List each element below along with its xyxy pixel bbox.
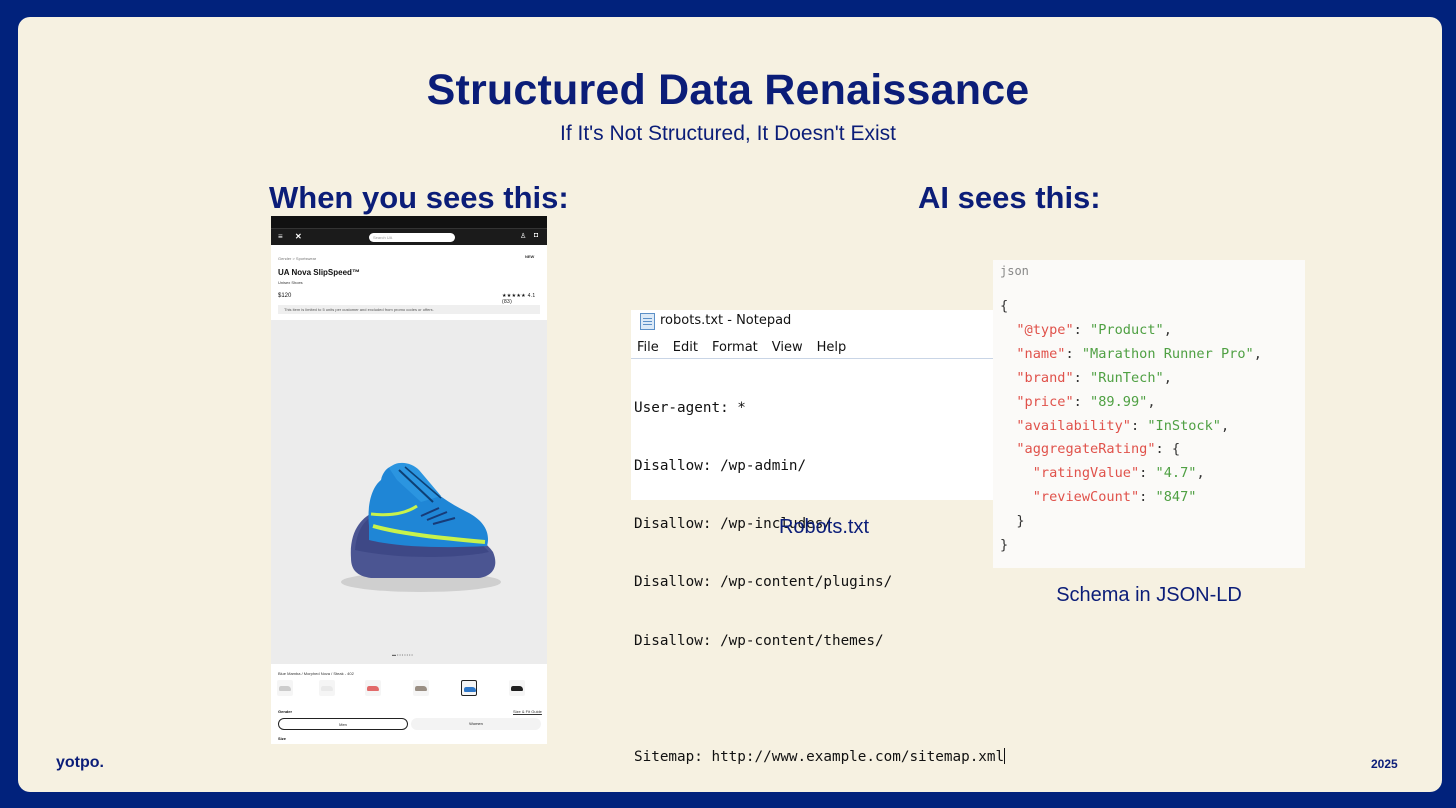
json-brace-inner-close: }: [1016, 513, 1025, 530]
product-image: [271, 320, 547, 664]
json-value: "Marathon Runner Pro": [1081, 345, 1254, 362]
swatch-1: [277, 680, 293, 696]
json-value: "RunTech": [1090, 369, 1164, 386]
cart-icon: ◘: [534, 232, 539, 239]
json-key: "name": [1016, 345, 1066, 362]
json-value: "89.99": [1090, 393, 1148, 410]
slide-subtitle: If It's Not Structured, It Doesn't Exist: [560, 122, 896, 145]
json-value: "InStock": [1147, 417, 1221, 434]
size-label: Size: [278, 736, 287, 741]
notepad-window: robots.txt - Notepad File Edit Format View H…: [631, 310, 1018, 765]
json-key: "@type": [1016, 321, 1074, 338]
notepad-icon: [640, 313, 655, 330]
json-key: "reviewCount": [1032, 489, 1140, 506]
json-field: "name": "Marathon Runner Pro",: [1016, 345, 1262, 362]
swatch-3: [365, 680, 381, 696]
color-swatches: [277, 680, 539, 700]
json-field: "ratingValue": "4.7",: [1032, 465, 1205, 482]
right-column-heading: AI sees this:: [918, 180, 1101, 215]
year-label: 2025: [1371, 757, 1398, 771]
menu-icon: ≡: [278, 232, 283, 241]
json-value: "4.7": [1155, 465, 1197, 482]
robots-line: Disallow: /wp-content/plugins/: [634, 574, 893, 591]
limit-banner: This item is limited to 5 units per cust…: [278, 305, 540, 314]
json-brace-close: }: [1000, 537, 1009, 554]
swatch-6: [509, 680, 525, 696]
left-column-heading: When you sees this:: [269, 180, 569, 215]
robots-sitemap-line: Sitemap: http://www.example.com/sitemap.…: [634, 748, 1006, 767]
json-value: "847": [1155, 489, 1197, 506]
json-field: "@type": "Product",: [1016, 321, 1172, 338]
size-guide-link: Size & Fit Guide: [513, 709, 542, 714]
new-badge: NEW: [525, 254, 535, 259]
robots-line: [634, 690, 1005, 709]
product-name: UA Nova SlipSpeed™: [278, 268, 360, 277]
status-bar: [271, 216, 547, 228]
slide-title: Structured Data Renaissance: [426, 66, 1030, 114]
product-rating: ★★★★★ 4.1 (83): [502, 293, 536, 305]
color-label: Blue Mamba / Morphed Nova / Steak - 402: [278, 671, 354, 676]
json-field: "reviewCount": "847": [1032, 489, 1197, 506]
swatch-2: [319, 680, 335, 696]
window-title: robots.txt - Notepad: [660, 313, 792, 328]
swatch-5-selected: [461, 680, 477, 696]
json-code: { "@type": "Product", "name": "Marathon …: [1000, 295, 1262, 558]
brand-logo-icon: ✕: [295, 232, 302, 241]
json-key: "ratingValue": [1032, 465, 1140, 482]
menu-help: Help: [816, 340, 847, 355]
product-page-screenshot: ≡ ✕ Search UA ♙ ◘ Gender > Sportswear NE…: [271, 216, 547, 744]
json-key: "brand": [1016, 369, 1074, 386]
code-language-label: json: [1000, 264, 1029, 278]
search-input: Search UA: [369, 233, 455, 242]
menu-format: Format: [711, 340, 758, 355]
menu-divider: [631, 358, 1018, 359]
json-field: "price": "89.99",: [1016, 393, 1156, 410]
text-caret: [1004, 748, 1006, 765]
menu-edit: Edit: [672, 340, 698, 355]
json-value: "Product": [1090, 321, 1164, 338]
json-field: "aggregateRating": {: [1016, 441, 1181, 458]
menu-file: File: [637, 340, 659, 355]
robots-line: Disallow: /wp-admin/: [634, 458, 807, 475]
json-field: "availability": "InStock",: [1016, 417, 1230, 434]
robots-text: User-agent: * Disallow: /wp-admin/ Disal…: [634, 360, 1006, 806]
carousel-dots: ▬•••••••: [392, 652, 414, 657]
site-navbar: ≡ ✕ Search UA ♙ ◘: [271, 228, 547, 245]
gender-men-button: Men: [278, 718, 408, 730]
product-category: Unisex Shoes: [278, 280, 303, 285]
json-key: "aggregateRating": [1016, 441, 1156, 458]
json-caption: Schema in JSON-LD: [1056, 584, 1242, 606]
swatch-4: [413, 680, 429, 696]
breadcrumb: Gender > Sportswear: [278, 256, 317, 261]
shoe-illustration: [341, 462, 501, 592]
menu-view: View: [771, 340, 803, 355]
json-field: "brand": "RunTech",: [1016, 369, 1172, 386]
json-brace-open: {: [1000, 298, 1009, 314]
robots-line: User-agent: *: [634, 399, 746, 416]
json-key: "price": [1016, 393, 1074, 410]
notepad-menubar: File Edit Format View Help: [637, 340, 860, 355]
robots-line: Disallow: /wp-content/themes/: [634, 632, 884, 649]
robots-line: Sitemap: http://www.example.com/sitemap.…: [634, 749, 1005, 766]
gender-label: Gender: [278, 709, 293, 714]
account-icon: ♙: [520, 233, 527, 240]
yotpo-logo: yotpo.: [56, 754, 104, 771]
gender-women-button: Women: [411, 718, 541, 730]
json-key: "availability": [1016, 417, 1131, 434]
product-price: $120: [278, 293, 292, 299]
json-code-block: json { "@type": "Product", "name": "Mara…: [993, 260, 1305, 568]
robots-caption: Robots.txt: [778, 516, 870, 538]
